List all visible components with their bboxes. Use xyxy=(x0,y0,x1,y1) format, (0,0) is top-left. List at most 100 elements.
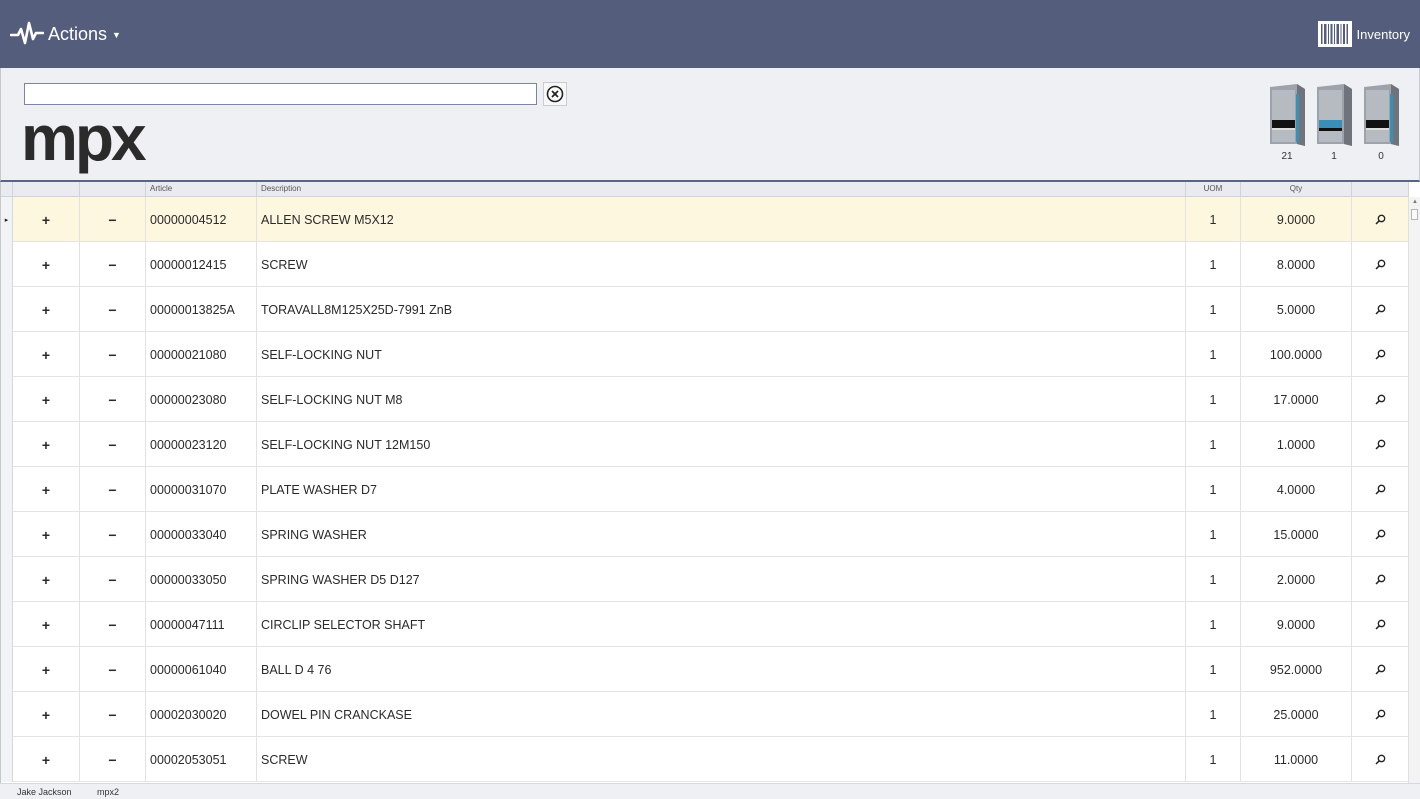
table-row[interactable]: ▸ + − 00000004512 ALLEN SCREW M5X12 1 9.… xyxy=(1,197,1409,242)
increment-button[interactable]: + xyxy=(13,377,80,422)
status-user: Jake Jackson xyxy=(17,786,72,797)
row-indicator xyxy=(1,737,13,782)
increment-button[interactable]: + xyxy=(13,197,80,242)
decrement-button[interactable]: − xyxy=(80,377,146,422)
article-cell: 00000031070 xyxy=(146,467,257,512)
magnifier-icon xyxy=(1374,529,1385,540)
article-cell: 00000013825A xyxy=(146,287,257,332)
increment-button[interactable]: + xyxy=(13,287,80,332)
inventory-button[interactable]: Inventory xyxy=(1317,20,1410,48)
table-row[interactable]: + − 00000061040 BALL D 4 76 1 952.0000 xyxy=(1,647,1409,692)
tower-count: 21 xyxy=(1281,151,1293,162)
decrement-button[interactable]: − xyxy=(80,737,146,782)
table-row[interactable]: + − 00002053051 SCREW 1 11.0000 xyxy=(1,737,1409,782)
header-article[interactable]: Article xyxy=(146,182,257,197)
increment-button[interactable]: + xyxy=(13,737,80,782)
increment-button[interactable]: + xyxy=(13,422,80,467)
decrement-button[interactable]: − xyxy=(80,242,146,287)
details-button[interactable] xyxy=(1352,467,1409,512)
scroll-up-arrow-icon[interactable]: ▲ xyxy=(1412,199,1418,205)
table-row[interactable]: + − 00000033040 SPRING WASHER 1 15.0000 xyxy=(1,512,1409,557)
header-minus xyxy=(80,182,146,197)
details-button[interactable] xyxy=(1352,287,1409,332)
table-row[interactable]: + − 00000023120 SELF-LOCKING NUT 12M150 … xyxy=(1,422,1409,467)
increment-button[interactable]: + xyxy=(13,242,80,287)
storage-tower-icon xyxy=(1317,84,1352,146)
increment-button[interactable]: + xyxy=(13,467,80,512)
qty-cell: 17.0000 xyxy=(1241,377,1352,422)
increment-button[interactable]: + xyxy=(13,332,80,377)
decrement-button[interactable]: − xyxy=(80,287,146,332)
details-button[interactable] xyxy=(1352,692,1409,737)
decrement-button[interactable]: − xyxy=(80,647,146,692)
table-row[interactable]: + − 00000031070 PLATE WASHER D7 1 4.0000 xyxy=(1,467,1409,512)
storage-tower-2[interactable]: 1 xyxy=(1314,82,1354,162)
header-uom[interactable]: UOM xyxy=(1186,182,1241,197)
storage-tower-3[interactable]: 0 xyxy=(1361,82,1401,162)
caret-down-icon: ▼ xyxy=(112,30,121,40)
decrement-button[interactable]: − xyxy=(80,557,146,602)
header-qty[interactable]: Qty xyxy=(1241,182,1352,197)
decrement-button[interactable]: − xyxy=(80,692,146,737)
table-row[interactable]: + − 00002030020 DOWEL PIN CRANCKASE 1 25… xyxy=(1,692,1409,737)
decrement-button[interactable]: − xyxy=(80,332,146,377)
details-button[interactable] xyxy=(1352,197,1409,242)
header-description[interactable]: Description xyxy=(257,182,1186,197)
header-area: mpx 21 1 0 xyxy=(0,68,1420,182)
row-indicator xyxy=(1,422,13,467)
article-cell: 00000061040 xyxy=(146,647,257,692)
decrement-button[interactable]: − xyxy=(80,512,146,557)
vertical-scrollbar[interactable]: ▲ xyxy=(1408,197,1420,783)
table-row[interactable]: + − 00000012415 SCREW 1 8.0000 xyxy=(1,242,1409,287)
decrement-button[interactable]: − xyxy=(80,602,146,647)
description-cell: PLATE WASHER D7 xyxy=(257,467,1186,512)
description-cell: TORAVALL8M125X25D-7991 ZnB xyxy=(257,287,1186,332)
scrollbar-thumb[interactable] xyxy=(1411,209,1418,220)
status-bar: Jake Jackson mpx2 xyxy=(0,783,1420,799)
uom-cell: 1 xyxy=(1186,332,1241,377)
qty-cell: 15.0000 xyxy=(1241,512,1352,557)
increment-button[interactable]: + xyxy=(13,602,80,647)
decrement-button[interactable]: − xyxy=(80,467,146,512)
table-row[interactable]: + − 00000033050 SPRING WASHER D5 D127 1 … xyxy=(1,557,1409,602)
details-button[interactable] xyxy=(1352,512,1409,557)
magnifier-icon xyxy=(1374,574,1385,585)
clear-search-button[interactable] xyxy=(543,82,567,106)
magnifier-icon xyxy=(1374,304,1385,315)
description-cell: SELF-LOCKING NUT M8 xyxy=(257,377,1186,422)
details-button[interactable] xyxy=(1352,422,1409,467)
decrement-button[interactable]: − xyxy=(80,422,146,467)
qty-cell: 2.0000 xyxy=(1241,557,1352,602)
table-row[interactable]: + − 00000023080 SELF-LOCKING NUT M8 1 17… xyxy=(1,377,1409,422)
uom-cell: 1 xyxy=(1186,197,1241,242)
details-button[interactable] xyxy=(1352,737,1409,782)
article-cell: 00000023080 xyxy=(146,377,257,422)
table-row[interactable]: + − 00000013825A TORAVALL8M125X25D-7991 … xyxy=(1,287,1409,332)
row-indicator xyxy=(1,242,13,287)
actions-menu-button[interactable]: Actions ▼ xyxy=(10,18,121,50)
increment-button[interactable]: + xyxy=(13,557,80,602)
details-button[interactable] xyxy=(1352,377,1409,422)
qty-cell: 8.0000 xyxy=(1241,242,1352,287)
details-button[interactable] xyxy=(1352,602,1409,647)
decrement-button[interactable]: − xyxy=(80,197,146,242)
table-row[interactable]: + − 00000021080 SELF-LOCKING NUT 1 100.0… xyxy=(1,332,1409,377)
article-cell: 00000023120 xyxy=(146,422,257,467)
magnifier-icon xyxy=(1374,394,1385,405)
increment-button[interactable]: + xyxy=(13,647,80,692)
top-bar: Actions ▼ Inventory xyxy=(0,0,1420,68)
magnifier-icon xyxy=(1374,754,1385,765)
article-cell: 00000021080 xyxy=(146,332,257,377)
increment-button[interactable]: + xyxy=(13,512,80,557)
details-button[interactable] xyxy=(1352,557,1409,602)
mpx-logo: mpx xyxy=(21,102,147,174)
table-row[interactable]: + − 00000047111 CIRCLIP SELECTOR SHAFT 1… xyxy=(1,602,1409,647)
details-button[interactable] xyxy=(1352,647,1409,692)
storage-tower-1[interactable]: 21 xyxy=(1267,82,1307,162)
clear-circle-icon xyxy=(546,85,564,103)
increment-button[interactable]: + xyxy=(13,692,80,737)
header-plus xyxy=(13,182,80,197)
details-button[interactable] xyxy=(1352,242,1409,287)
article-cell: 00002030020 xyxy=(146,692,257,737)
details-button[interactable] xyxy=(1352,332,1409,377)
